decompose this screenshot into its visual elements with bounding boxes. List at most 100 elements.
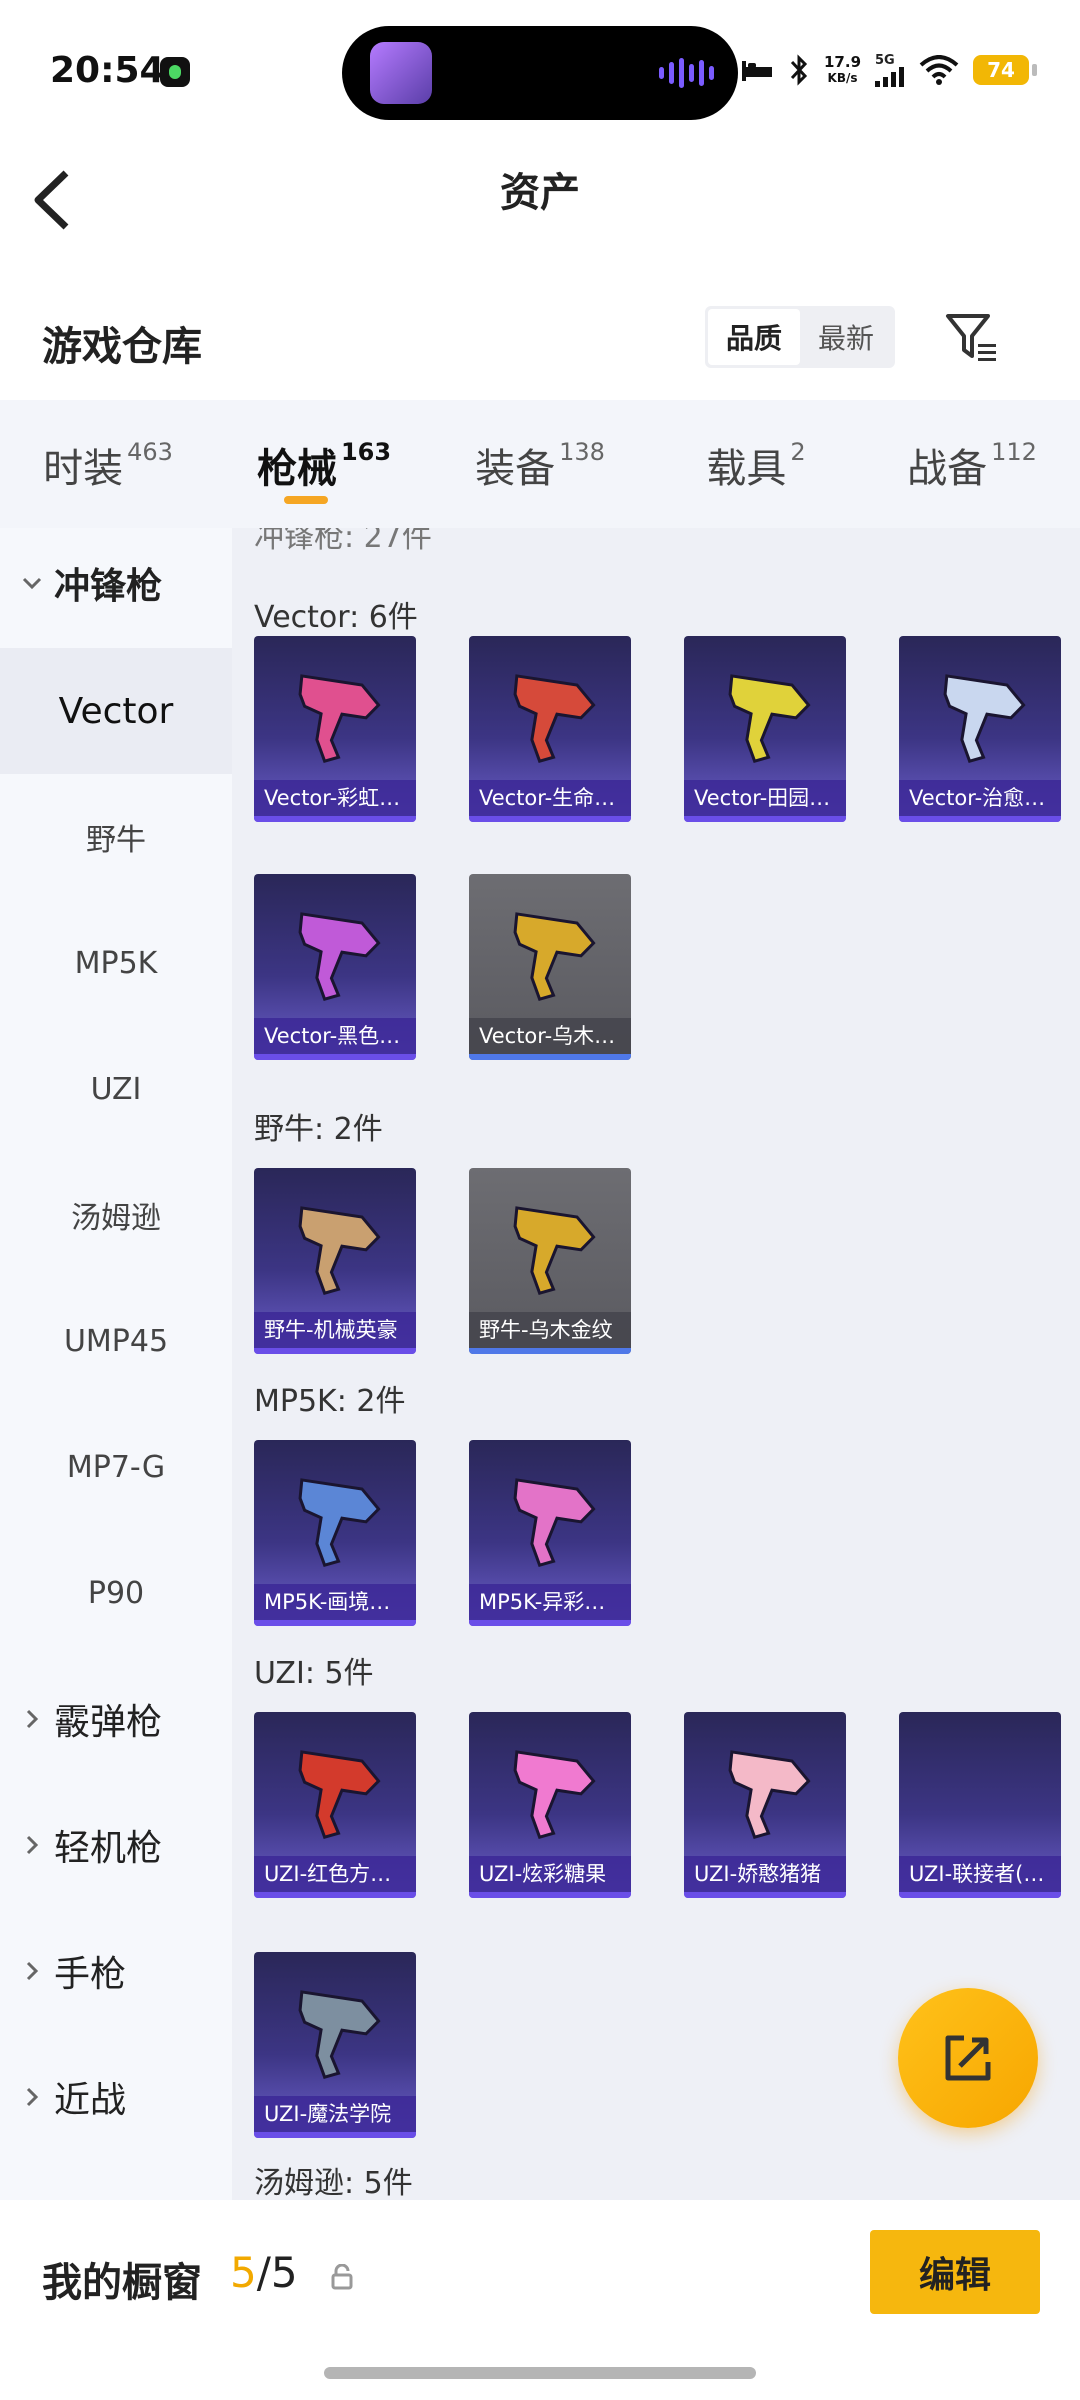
rarity-bar (254, 1348, 416, 1354)
sidebar-item-mp5k[interactable]: MP5K (0, 900, 232, 1026)
album-art-icon (370, 42, 432, 104)
group-title-bizon: 野牛: 2件 (254, 1112, 383, 1147)
group-title-thompson: 汤姆逊: 5件 (254, 2166, 413, 2200)
sidebar-item-vector[interactable]: Vector (0, 648, 232, 774)
item-card[interactable]: Vector-黑色… (254, 874, 416, 1060)
item-label: Vector-黑色… (254, 1018, 416, 1054)
app-header: 资产 (0, 140, 1080, 270)
sidebar-category-melee[interactable]: 近战 (0, 2034, 232, 2160)
active-tab-indicator (284, 496, 328, 504)
warehouse-header: 游戏仓库 品质 最新 (0, 290, 1080, 390)
chevron-right-icon (18, 2083, 46, 2111)
item-card[interactable]: UZI-炫彩糖果 (469, 1712, 631, 1898)
filter-icon (946, 314, 996, 361)
chevron-down-icon (18, 569, 46, 597)
item-card[interactable]: UZI-红色方… (254, 1712, 416, 1898)
sidebar-item-uzi[interactable]: UZI (0, 1026, 232, 1152)
filter-button[interactable] (944, 310, 1000, 366)
weapon-sidebar: 冲锋枪 Vector 野牛 MP5K UZI 汤姆逊 UMP45 MP7-G P… (0, 528, 232, 2200)
category-tabs: 时装 463 枪械 163 装备 138 载具 2 战备 112 (0, 400, 1080, 528)
bed-icon (742, 61, 772, 81)
item-card[interactable]: UZI-魔法学院 (254, 1952, 416, 2138)
sidebar-category-smg[interactable]: 冲锋枪 (0, 518, 232, 648)
item-card[interactable]: MP5K-画境… (254, 1440, 416, 1626)
item-label: MP5K-画境… (254, 1584, 416, 1620)
gun-icon (513, 912, 596, 1001)
group-title-mp5k: MP5K: 2件 (254, 1384, 406, 1419)
item-card[interactable]: UZI-娇憨猪猪 (684, 1712, 846, 1898)
item-card[interactable]: Vector-彩虹… (254, 636, 416, 822)
group-title-smg: 冲锋枪: 27件 (254, 528, 432, 555)
sidebar-item-thompson[interactable]: 汤姆逊 (0, 1152, 232, 1278)
net-speed: 17.9 KB/s (824, 53, 862, 85)
tab-vehicles[interactable]: 载具 2 (648, 400, 864, 528)
item-label: UZI-联接者(… (899, 1856, 1061, 1892)
gun-icon (298, 1206, 381, 1295)
sidebar-category-pistol[interactable]: 手枪 (0, 1908, 232, 2034)
share-button[interactable] (898, 1988, 1038, 2128)
status-time: 20:54 (50, 50, 165, 91)
status-bar: 20:54 17.9 KB/s 5G 74 (0, 0, 1080, 140)
item-card[interactable]: 野牛-乌木金纹 (469, 1168, 631, 1354)
bluetooth-icon (790, 54, 808, 86)
gun-icon (298, 1750, 381, 1839)
item-label: 野牛-机械英豪 (254, 1312, 416, 1348)
item-card[interactable]: UZI-联接者(… (899, 1712, 1061, 1898)
item-label: Vector-彩虹… (254, 780, 416, 816)
sidebar-category-shotgun[interactable]: 霰弹枪 (0, 1656, 232, 1782)
item-card[interactable]: Vector-田园… (684, 636, 846, 822)
sort-option-newest[interactable]: 最新 (800, 309, 892, 365)
sidebar-item-mp7g[interactable]: MP7-G (0, 1404, 232, 1530)
item-label: Vector-治愈… (899, 780, 1061, 816)
sidebar-item-bizon[interactable]: 野牛 (0, 774, 232, 900)
group-title-uzi: UZI: 5件 (254, 1656, 374, 1691)
rarity-bar (469, 1054, 631, 1060)
item-card[interactable]: Vector-生命… (469, 636, 631, 822)
dynamic-island[interactable] (342, 26, 738, 120)
wifi-icon (919, 55, 959, 85)
signal-5g-icon: 5G (875, 54, 905, 87)
rarity-bar (469, 816, 631, 822)
rarity-bar (254, 1054, 416, 1060)
warehouse-title: 游戏仓库 (42, 324, 202, 370)
gun-icon (513, 674, 596, 763)
rarity-bar (684, 1892, 846, 1898)
gun-icon (298, 912, 381, 1001)
item-label: UZI-魔法学院 (254, 2096, 416, 2132)
tab-fashion[interactable]: 时装 463 (0, 400, 216, 528)
item-card[interactable]: Vector-治愈… (899, 636, 1061, 822)
page-title: 资产 (500, 170, 580, 216)
sidebar-item-ump45[interactable]: UMP45 (0, 1278, 232, 1404)
home-indicator[interactable] (324, 2367, 756, 2379)
rarity-bar (254, 816, 416, 822)
rarity-bar (254, 2132, 416, 2138)
item-label: 野牛-乌木金纹 (469, 1312, 631, 1348)
tab-supplies[interactable]: 战备 112 (864, 400, 1080, 528)
edit-button[interactable]: 编辑 (870, 2230, 1040, 2314)
item-card[interactable]: MP5K-异彩… (469, 1440, 631, 1626)
item-label: Vector-乌木… (469, 1018, 631, 1054)
sort-option-quality[interactable]: 品质 (708, 309, 800, 365)
sidebar-category-lmg[interactable]: 轻机枪 (0, 1782, 232, 1908)
item-card[interactable]: Vector-乌木… (469, 874, 631, 1060)
gun-icon (298, 1990, 381, 2079)
gun-icon (513, 1750, 596, 1839)
rarity-bar (899, 816, 1061, 822)
gun-icon (298, 1478, 381, 1567)
lock-icon (331, 2264, 353, 2290)
group-title-vector: Vector: 6件 (254, 600, 418, 635)
sort-toggle[interactable]: 品质 最新 (705, 306, 895, 368)
tab-equipment[interactable]: 装备 138 (432, 400, 648, 528)
item-label: UZI-娇憨猪猪 (684, 1856, 846, 1892)
item-label: UZI-红色方… (254, 1856, 416, 1892)
gun-icon (513, 1478, 596, 1567)
rarity-bar (254, 1892, 416, 1898)
battery-icon: 74 (973, 55, 1038, 85)
gun-icon (513, 1206, 596, 1295)
tab-firearms[interactable]: 枪械 163 (216, 400, 432, 528)
rarity-bar (899, 1892, 1061, 1898)
item-card[interactable]: 野牛-机械英豪 (254, 1168, 416, 1354)
item-label: UZI-炫彩糖果 (469, 1856, 631, 1892)
external-link-icon (945, 2035, 991, 2081)
sidebar-item-p90[interactable]: P90 (0, 1530, 232, 1656)
